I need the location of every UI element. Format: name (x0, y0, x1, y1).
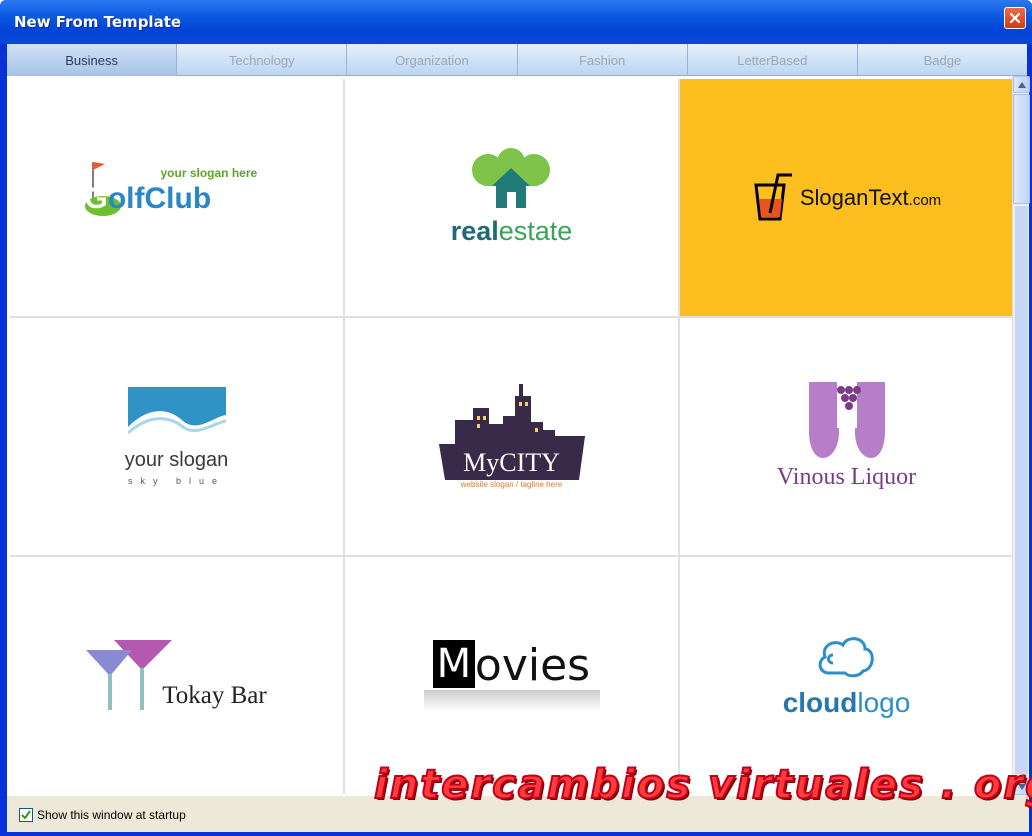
film-strip-icon: M (432, 639, 475, 688)
category-tabs: Business Technology Organization Fashion… (7, 44, 1027, 76)
realestate-name-first: real (450, 216, 499, 246)
vertical-scrollbar[interactable] (1012, 76, 1030, 796)
close-button[interactable] (1004, 7, 1026, 29)
tab-badge[interactable]: Badge (858, 44, 1027, 76)
scroll-track[interactable] (1015, 206, 1028, 774)
cloud-name-rest: logo (857, 686, 911, 718)
wine-grapes-icon (808, 382, 885, 458)
drink-glass-icon (754, 173, 792, 220)
sky-name: your slogan (124, 449, 229, 471)
house-tree-icon (472, 148, 551, 208)
sky-sub: sky blue (127, 476, 226, 486)
sky-wave-icon (127, 387, 226, 441)
golf-name: GolfClub (85, 182, 212, 216)
golf-slogan: your slogan here (160, 165, 258, 180)
window-title: New From Template (14, 13, 182, 31)
movies-name-rest: ovies (474, 639, 591, 691)
template-gallery: your slogan here GolfClub realestate Slo… (7, 76, 1012, 796)
scroll-thumb[interactable] (1013, 94, 1030, 204)
title-bar[interactable]: New From Template (0, 0, 1032, 44)
template-slogantext[interactable]: SloganText.com (680, 79, 1012, 316)
tokay-name: Tokay Bar (162, 681, 267, 709)
checkmark-icon (21, 810, 31, 820)
show-at-startup-label[interactable]: Show this window at startup (37, 808, 186, 822)
slogantext-name-ext: .com (908, 191, 942, 209)
show-at-startup-checkbox[interactable] (19, 808, 33, 822)
mycity-name: MyCITY (463, 447, 560, 477)
movies-name-first: M (436, 640, 472, 687)
template-tokay-bar[interactable]: Tokay Bar (10, 557, 343, 794)
template-cloud-logo[interactable]: cloudlogo (680, 557, 1012, 794)
template-my-city[interactable]: MyCITY website slogan / tagline here (345, 318, 678, 555)
realestate-name: realestate (451, 216, 573, 247)
cloud-name: cloudlogo (783, 687, 911, 719)
movies-reflection (423, 689, 600, 712)
close-icon (1009, 12, 1021, 24)
scroll-up-button[interactable] (1013, 76, 1030, 93)
tab-business[interactable]: Business (7, 44, 178, 76)
movies-name: M ovies (432, 639, 591, 691)
tab-technology[interactable]: Technology (177, 44, 348, 76)
vinous-name: Vinous Liquor (776, 464, 917, 490)
watermark-text: intercambios virtuales . org (373, 761, 1032, 809)
template-sky-blue[interactable]: your slogan sky blue (10, 318, 343, 555)
template-real-estate[interactable]: realestate (345, 79, 678, 316)
tab-letterbased[interactable]: LetterBased (688, 44, 858, 76)
cocktail-glasses-icon (86, 639, 173, 710)
template-golf-club[interactable]: your slogan here GolfClub (10, 79, 343, 316)
template-vinous-liquor[interactable]: Vinous Liquor (680, 318, 1012, 555)
cloud-icon (819, 636, 875, 677)
arrow-up-icon (1017, 81, 1026, 88)
golf-name-rest: olfClub (107, 181, 212, 215)
mycity-sub: website slogan / tagline here (460, 479, 563, 489)
tab-organization[interactable]: Organization (347, 44, 518, 76)
cloud-name-first: cloud (782, 686, 858, 718)
realestate-name-rest: estate (498, 216, 573, 246)
template-movies[interactable]: M ovies (345, 557, 678, 794)
slogantext-name: SloganText.com (800, 185, 941, 211)
golf-name-first: G (84, 181, 108, 215)
new-from-template-window: New From Template Business Technology Or… (0, 0, 1032, 836)
tab-fashion[interactable]: Fashion (518, 44, 688, 76)
slogantext-name-main: SloganText (799, 184, 909, 210)
